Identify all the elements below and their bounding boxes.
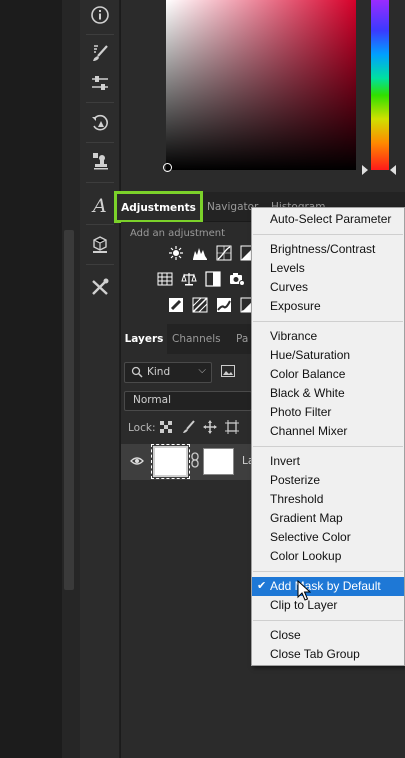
tool-separator xyxy=(86,224,114,225)
color-lookup-icon[interactable] xyxy=(215,296,232,313)
menu-item-channel-mixer[interactable]: Channel Mixer xyxy=(252,422,404,441)
tool-separator xyxy=(86,34,114,35)
tool-separator xyxy=(86,142,114,143)
menu-item-invert[interactable]: Invert xyxy=(252,452,404,471)
menu-separator xyxy=(253,620,403,621)
menu-item-auto-select-parameter[interactable]: Auto-Select Parameter xyxy=(252,210,404,229)
tools-icon[interactable] xyxy=(84,272,116,302)
color-balance-icon[interactable] xyxy=(204,270,221,287)
adjust-sliders-icon[interactable] xyxy=(84,68,116,98)
menu-item-levels[interactable]: Levels xyxy=(252,259,404,278)
menu-item-color-balance[interactable]: Color Balance xyxy=(252,365,404,384)
tab-channels[interactable]: Channels xyxy=(172,324,221,354)
svg-text:A: A xyxy=(91,195,107,216)
adjustments-hint: Add an adjustment xyxy=(130,228,226,239)
brush-settings-icon[interactable] xyxy=(84,38,116,68)
vertical-scrollbar[interactable] xyxy=(64,230,74,590)
brightness-icon[interactable] xyxy=(167,244,184,261)
tab-adjustments[interactable]: Adjustments xyxy=(114,191,203,223)
mouse-pointer-icon xyxy=(297,579,312,605)
lock-position-icon[interactable] xyxy=(203,420,217,434)
menu-item-selective-color[interactable]: Selective Color xyxy=(252,528,404,547)
vibrance-icon[interactable] xyxy=(156,270,173,287)
menu-separator xyxy=(253,234,403,235)
levels-icon[interactable] xyxy=(191,244,208,261)
lock-artboard-icon[interactable] xyxy=(225,420,239,434)
lock-label: Lock: xyxy=(128,422,156,434)
3d-icon[interactable] xyxy=(84,230,116,260)
curves-icon[interactable] xyxy=(215,244,232,261)
menu-item-close[interactable]: Close xyxy=(252,626,404,645)
checkmark-icon: ✔ xyxy=(257,580,267,592)
menu-item-gradient-map[interactable]: Gradient Map xyxy=(252,509,404,528)
menu-separator xyxy=(253,446,403,447)
layer-filter-kind-label: Kind xyxy=(147,366,171,378)
menu-item-black-white[interactable]: Black & White xyxy=(252,384,404,403)
menu-item-brightness-contrast[interactable]: Brightness/Contrast xyxy=(252,240,404,259)
layer-mask-thumbnail[interactable] xyxy=(203,448,234,475)
menu-item-hue-saturation[interactable]: Hue/Saturation xyxy=(252,346,404,365)
tool-separator xyxy=(86,182,114,183)
menu-item-add-mask-by-default[interactable]: ✔ Add Mask by Default xyxy=(252,577,404,596)
eye-icon[interactable] xyxy=(130,456,144,469)
tab-layers[interactable]: Layers xyxy=(121,324,167,354)
menu-item-curves[interactable]: Curves xyxy=(252,278,404,297)
menu-separator xyxy=(253,321,403,322)
blend-mode-label: Normal xyxy=(133,394,171,406)
menu-item-clip-to-layer[interactable]: Clip to Layer xyxy=(252,596,404,615)
black-white-icon[interactable] xyxy=(228,270,245,287)
hue-slider-left-arrow[interactable] xyxy=(362,165,368,175)
hue-slider-right-arrow[interactable] xyxy=(390,165,396,175)
adjustments-context-menu: Auto-Select Parameter Brightness/Contras… xyxy=(251,207,405,666)
workspace-background xyxy=(0,0,62,758)
search-icon xyxy=(131,366,143,381)
menu-item-posterize[interactable]: Posterize xyxy=(252,471,404,490)
menu-item-label: Add Mask by Default xyxy=(270,579,381,593)
hue-saturation-icon[interactable] xyxy=(180,270,197,287)
layer-thumbnail[interactable] xyxy=(151,444,190,479)
menu-item-photo-filter[interactable]: Photo Filter xyxy=(252,403,404,422)
lock-image-pixels-icon[interactable] xyxy=(182,420,196,434)
color-picker-field[interactable] xyxy=(166,0,356,170)
menu-separator xyxy=(253,571,403,572)
menu-item-vibrance[interactable]: Vibrance xyxy=(252,327,404,346)
channel-mixer-icon[interactable] xyxy=(191,296,208,313)
tool-separator xyxy=(86,102,114,103)
menu-item-color-lookup[interactable]: Color Lookup xyxy=(252,547,404,566)
panel-icon-column: A xyxy=(80,0,120,758)
menu-item-exposure[interactable]: Exposure xyxy=(252,297,404,316)
layer-filter-kind-select[interactable]: Kind ⌵ xyxy=(124,362,212,383)
info-icon[interactable] xyxy=(84,0,116,30)
history-icon[interactable] xyxy=(84,108,116,138)
photo-filter-icon[interactable] xyxy=(167,296,184,313)
blend-mode-select[interactable]: Normal xyxy=(124,391,252,411)
link-icon[interactable] xyxy=(190,452,200,471)
glyphs-icon[interactable]: A xyxy=(84,190,116,220)
filter-pixel-layers-icon[interactable] xyxy=(221,365,235,380)
hue-slider[interactable] xyxy=(371,0,389,170)
chevron-down-icon: ⌵ xyxy=(198,365,206,376)
tab-paths[interactable]: Pa xyxy=(236,324,248,354)
color-picker-cursor[interactable] xyxy=(163,163,172,172)
tool-separator xyxy=(86,264,114,265)
menu-item-close-tab-group[interactable]: Close Tab Group xyxy=(252,645,404,664)
stamp-icon[interactable] xyxy=(84,146,116,176)
menu-item-threshold[interactable]: Threshold xyxy=(252,490,404,509)
lock-transparent-pixels-icon[interactable] xyxy=(159,420,173,434)
